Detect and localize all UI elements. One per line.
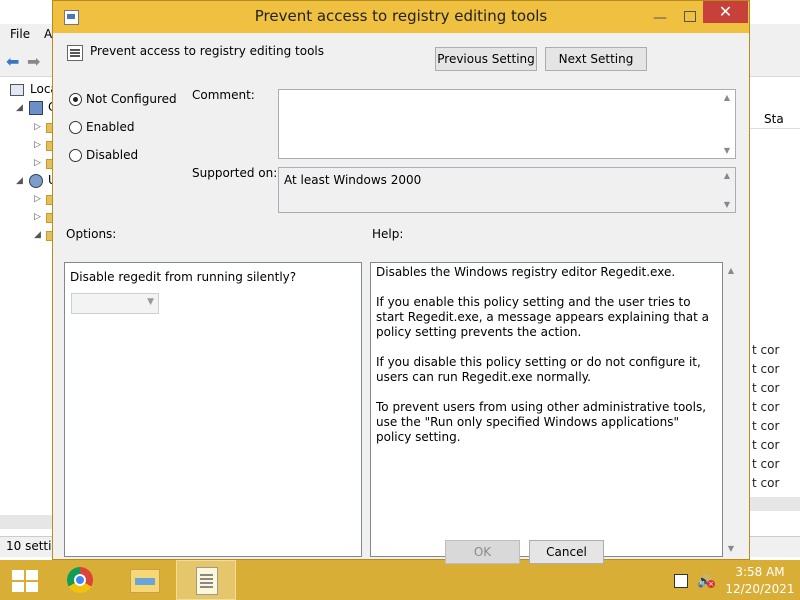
clock-date: 12/20/2021: [725, 582, 795, 596]
setting-icon: [67, 45, 83, 61]
collapse-arrow-icon[interactable]: ▷: [34, 194, 41, 204]
expand-arrow-icon[interactable]: ◢: [34, 230, 41, 240]
taskbar-file-explorer[interactable]: [114, 560, 174, 600]
bg-list-cell[interactable]: t cor: [752, 400, 779, 414]
radio-label: Enabled: [86, 120, 135, 134]
clock-time: 3:58 AM: [735, 565, 785, 579]
help-paragraph: If you enable this policy setting and th…: [376, 295, 709, 339]
maximize-icon[interactable]: [684, 11, 696, 22]
scroll-down-icon[interactable]: ▼: [726, 544, 736, 553]
back-arrow-icon[interactable]: ⬅: [6, 52, 19, 71]
help-panel: Disables the Windows registry editor Reg…: [370, 262, 723, 557]
comment-label: Comment:: [192, 88, 255, 102]
option-dropdown[interactable]: ▼: [71, 293, 159, 314]
bg-list-cell[interactable]: t cor: [752, 476, 779, 490]
notepad-icon: [196, 567, 218, 595]
help-paragraph: To prevent users from using other admini…: [376, 400, 707, 444]
comment-field[interactable]: ▲ ▼: [278, 89, 736, 159]
forward-arrow-icon[interactable]: ➡: [27, 52, 40, 71]
clock[interactable]: 3:58 AM 12/20/2021: [725, 564, 795, 598]
bg-list-cell[interactable]: t cor: [752, 419, 779, 433]
chevron-down-icon: ▼: [147, 297, 154, 307]
supported-on-label: Supported on:: [192, 166, 278, 180]
bg-list-cell[interactable]: t cor: [752, 381, 779, 395]
collapse-arrow-icon[interactable]: ▷: [34, 122, 41, 132]
taskbar-notepad[interactable]: [176, 560, 236, 600]
radio-label: Not Configured: [86, 92, 177, 106]
dialog-titlebar[interactable]: Prevent access to registry editing tools…: [53, 1, 749, 33]
close-icon[interactable]: ✕: [703, 1, 748, 23]
bg-horizontal-scrollbar[interactable]: [0, 515, 52, 529]
help-text: Disables the Windows registry editor Reg…: [376, 265, 716, 460]
help-label: Help:: [372, 227, 404, 241]
radio-button-checked[interactable]: [69, 93, 82, 106]
bg-list-horizontal-scrollbar[interactable]: [750, 497, 800, 511]
bg-column-header-label: Sta: [764, 112, 784, 126]
scroll-down-icon[interactable]: ▼: [722, 200, 732, 209]
setting-name: Prevent access to registry editing tools: [90, 44, 324, 58]
bg-list-cell[interactable]: t cor: [752, 457, 779, 471]
supported-on-field: At least Windows 2000 ▲ ▼: [278, 167, 736, 213]
help-scrollbar[interactable]: ▲ ▼: [724, 262, 738, 557]
bg-menu-action[interactable]: A: [44, 27, 52, 41]
previous-setting-button[interactable]: Previous Setting: [435, 47, 537, 71]
radio-button[interactable]: [69, 149, 82, 162]
help-paragraph: Disables the Windows registry editor Reg…: [376, 265, 676, 279]
bg-list-cell[interactable]: t cor: [752, 438, 779, 452]
comment-scrollbar[interactable]: ▲ ▼: [720, 91, 734, 157]
user-icon: [29, 174, 43, 188]
policy-dialog: Prevent access to registry editing tools…: [52, 0, 750, 560]
radio-button[interactable]: [69, 121, 82, 134]
policy-icon: [29, 101, 43, 115]
muted-x-icon: ×: [707, 580, 715, 588]
cancel-button[interactable]: Cancel: [529, 540, 604, 564]
file-explorer-icon: [130, 569, 160, 593]
action-center-flag-icon[interactable]: [674, 574, 688, 588]
collapse-arrow-icon[interactable]: ▷: [34, 158, 41, 168]
chrome-icon: [67, 567, 93, 593]
supported-on-value: At least Windows 2000: [284, 173, 422, 187]
radio-label: Disabled: [86, 148, 139, 162]
dialog-title: Prevent access to registry editing tools: [254, 7, 548, 25]
bg-menu-file[interactable]: File: [10, 27, 30, 41]
scroll-up-icon[interactable]: ▲: [722, 171, 732, 180]
dialog-body: Prevent access to registry editing tools…: [60, 33, 742, 557]
help-paragraph: If you disable this policy setting or do…: [376, 355, 701, 384]
scroll-up-icon[interactable]: ▲: [726, 266, 736, 275]
options-panel: Disable regedit from running silently? ▼: [64, 262, 362, 557]
ok-button[interactable]: OK: [445, 540, 520, 564]
collapse-arrow-icon[interactable]: ▷: [34, 212, 41, 222]
supported-scrollbar[interactable]: ▲ ▼: [720, 169, 734, 211]
bg-list-cell[interactable]: t cor: [752, 362, 779, 376]
bg-list-status: [750, 536, 800, 557]
collapse-arrow-icon[interactable]: ▷: [34, 140, 41, 150]
scroll-down-icon[interactable]: ▼: [722, 146, 732, 155]
computer-icon: [10, 84, 24, 96]
bg-column-header[interactable]: Sta: [750, 110, 800, 129]
taskbar-chrome[interactable]: [52, 560, 112, 600]
options-label: Options:: [66, 227, 117, 241]
expand-arrow-icon[interactable]: ◢: [16, 176, 23, 186]
windows-start-icon[interactable]: [12, 570, 38, 592]
bg-tree-pane: [0, 80, 52, 510]
next-setting-button[interactable]: Next Setting: [545, 47, 647, 71]
minimize-icon[interactable]: —: [653, 10, 667, 26]
option-question: Disable regedit from running silently?: [70, 270, 297, 284]
expand-arrow-icon[interactable]: ◢: [16, 103, 23, 113]
bg-list-cell[interactable]: t cor: [752, 343, 779, 357]
scroll-up-icon[interactable]: ▲: [722, 93, 732, 102]
